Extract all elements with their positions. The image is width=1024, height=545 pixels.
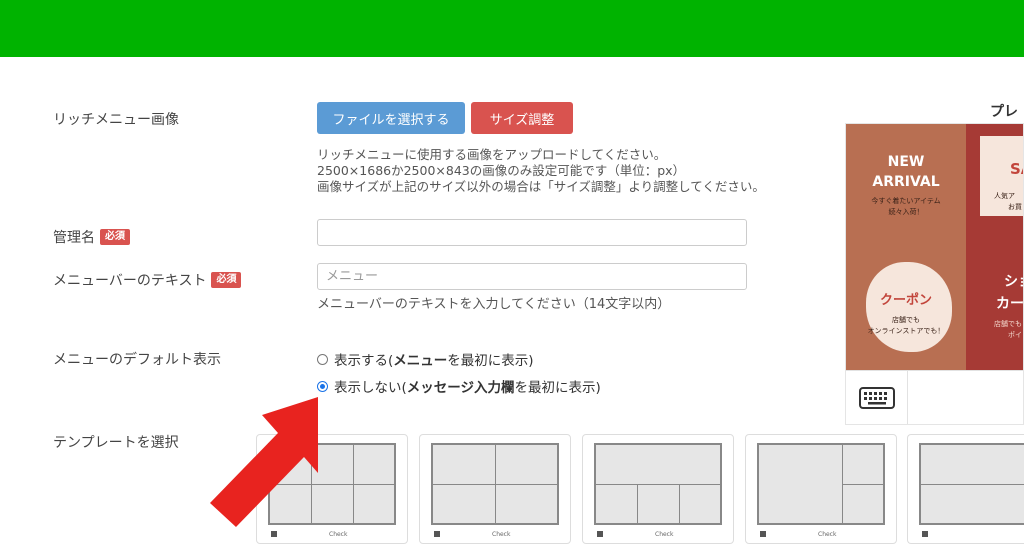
rich-menu-preview: NEW ARRIVAL 今すぐ着たいアイテム 続々入荷！ SA 人気ア お買 ク… <box>845 123 1024 425</box>
template-cell <box>920 484 1024 524</box>
template-caption: Check <box>818 531 837 538</box>
template-checkbox-icon <box>597 531 603 537</box>
preview-cell-new-arrival: NEW ARRIVAL 今すぐ着たいアイテム 続々入荷！ <box>846 124 966 247</box>
preview-cell-coupon: クーポン 店舗でも オンラインストアでも！ <box>846 247 966 370</box>
template-cell <box>495 484 558 524</box>
required-badge: 必須 <box>211 272 242 288</box>
template-select-label: テンプレートを選択 <box>53 435 179 451</box>
admin-name-label: 管理名 必須 <box>53 227 130 247</box>
template-option-4[interactable]: Check <box>745 434 897 544</box>
preview-keyboard-bar <box>846 370 1023 424</box>
help-line-2: 2500×1686か2500×843の画像のみ設定可能です（単位：px） <box>317 163 686 178</box>
template-cell <box>595 444 721 485</box>
menu-bar-text-input[interactable] <box>317 263 747 290</box>
rich-menu-image-label: リッチメニュー画像 <box>53 112 179 128</box>
menu-bar-help-text: メニューバーのテキストを入力してください（14文字以内） <box>317 297 671 312</box>
app-header-bar <box>0 0 1024 57</box>
template-cell <box>432 444 496 485</box>
menu-bar-text-label: メニューバーのテキスト 必須 <box>53 270 242 290</box>
template-option-2[interactable]: Check <box>419 434 571 544</box>
help-line-1: リッチメニューに使用する画像をアップロードしてください。 <box>317 147 667 162</box>
template-checkbox-icon <box>922 531 928 537</box>
template-checkbox-icon <box>434 531 440 537</box>
template-option-5[interactable] <box>907 434 1024 544</box>
keyboard-icon[interactable] <box>859 387 895 409</box>
preview-cell-sale: SA 人気ア お買 <box>966 124 1023 247</box>
preview-cell-shop-card: ショ カー 店舗でも ポイン <box>966 247 1023 370</box>
template-cell <box>495 444 558 485</box>
preview-title: プレ <box>990 104 1018 120</box>
admin-name-input[interactable] <box>317 219 747 246</box>
template-option-3[interactable]: Check <box>582 434 734 544</box>
required-badge: 必須 <box>100 229 130 245</box>
template-grid <box>757 443 885 525</box>
resize-button[interactable]: サイズ調整 <box>471 102 573 134</box>
template-checkbox-icon <box>760 531 766 537</box>
template-cell <box>758 444 843 524</box>
template-grid <box>919 443 1024 525</box>
template-cell <box>353 484 395 524</box>
template-cell <box>353 444 395 485</box>
template-grid <box>431 443 559 525</box>
template-caption: Check <box>655 531 674 538</box>
template-cell <box>920 444 1024 485</box>
template-cell <box>842 484 884 524</box>
template-caption: Check <box>329 531 348 538</box>
default-display-label: メニューのデフォルト表示 <box>53 352 221 368</box>
radio-show-menu[interactable]: 表示する(メニューを最初に表示) <box>317 349 534 369</box>
template-cell <box>679 484 721 524</box>
radio-button[interactable] <box>317 353 328 365</box>
template-cell <box>842 444 884 485</box>
template-caption: Check <box>492 531 511 538</box>
radio-show-message-input[interactable]: 表示しない(メッセージ入力欄を最初に表示) <box>317 376 601 396</box>
red-arrow-annotation <box>210 397 318 527</box>
help-line-3: 画像サイズが上記のサイズ以外の場合は「サイズ調整」より調整してください。 <box>317 179 765 194</box>
template-cell <box>637 484 680 524</box>
template-grid <box>594 443 722 525</box>
file-select-button[interactable]: ファイルを選択する <box>317 102 465 134</box>
template-cell <box>432 484 496 524</box>
template-cell <box>595 484 638 524</box>
image-help-text: リッチメニューに使用する画像をアップロードしてください。 2500×1686か2… <box>317 147 765 195</box>
